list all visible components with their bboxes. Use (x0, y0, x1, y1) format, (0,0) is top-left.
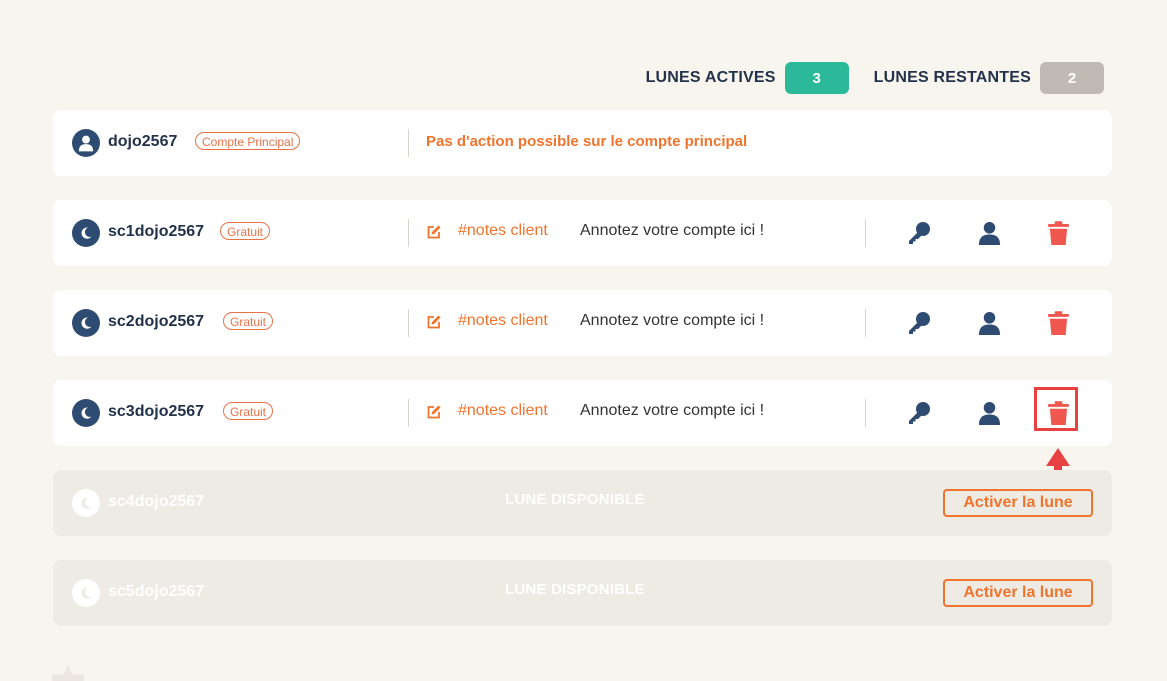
activate-moon-button[interactable]: Activer la lune (943, 579, 1093, 607)
notes-input[interactable]: Annotez votre compte ici ! (580, 402, 764, 420)
account-username: sc5dojo2567 (108, 583, 205, 600)
plan-badge: Gratuit (223, 402, 274, 420)
key-icon[interactable] (904, 398, 934, 428)
account-row-sc1: sc1dojo2567 Gratuit #notes client Annote… (53, 200, 1112, 266)
divider (408, 399, 409, 427)
main-account-badge: Compte Principal (195, 132, 301, 150)
moon-icon (72, 489, 100, 517)
person-icon[interactable] (974, 308, 1004, 338)
key-icon[interactable] (904, 308, 934, 338)
key-icon[interactable] (904, 218, 934, 248)
moon-icon (72, 579, 100, 607)
activate-moon-button[interactable]: Activer la lune (943, 489, 1093, 517)
account-username: sc3dojo2567 (108, 403, 205, 420)
divider (408, 309, 409, 337)
plan-badge: Gratuit (223, 312, 274, 330)
divider (865, 309, 866, 337)
account-username: sc1dojo2567 (108, 223, 205, 240)
active-moons-count: 3 (784, 62, 849, 94)
moon-icon (72, 219, 100, 247)
star-icon (52, 664, 84, 681)
divider (408, 129, 409, 157)
trash-icon[interactable] (1043, 308, 1073, 338)
person-icon[interactable] (974, 218, 1004, 248)
available-moon-row-sc5: sc5dojo2567 LUNE DISPONIBLE Activer la l… (53, 560, 1112, 626)
edit-icon[interactable] (426, 224, 442, 240)
person-icon[interactable] (974, 398, 1004, 428)
available-status: LUNE DISPONIBLE (505, 581, 645, 598)
moon-icon (72, 399, 100, 427)
account-username: sc4dojo2567 (108, 493, 205, 510)
notes-tag: #notes client (458, 312, 548, 329)
remaining-moons-count: 2 (1040, 62, 1104, 94)
edit-icon[interactable] (426, 404, 442, 420)
main-account-notice: Pas d'action possible sur le compte prin… (426, 133, 748, 150)
notes-tag: #notes client (458, 222, 548, 239)
account-username: dojo2567 (108, 133, 178, 150)
account-username: sc2dojo2567 (108, 313, 205, 330)
divider (408, 219, 409, 247)
notes-input[interactable]: Annotez votre compte ici ! (580, 312, 764, 330)
trash-icon[interactable] (1043, 218, 1073, 248)
user-icon (72, 129, 100, 157)
edit-icon[interactable] (426, 314, 442, 330)
moon-counters: LUNES ACTIVES 3 LUNES RESTANTES 2 (646, 62, 1104, 94)
trash-icon[interactable] (1043, 398, 1073, 428)
available-status: LUNE DISPONIBLE (505, 491, 645, 508)
remaining-moons-label: LUNES RESTANTES (873, 69, 1031, 86)
available-moon-row-sc4: sc4dojo2567 LUNE DISPONIBLE Activer la l… (53, 470, 1112, 536)
plan-badge: Gratuit (220, 222, 271, 240)
account-row-sc3: sc3dojo2567 Gratuit #notes client Annote… (53, 380, 1112, 446)
main-account-row: dojo2567 Compte Principal Pas d'action p… (53, 110, 1112, 176)
divider (865, 219, 866, 247)
notes-input[interactable]: Annotez votre compte ici ! (580, 222, 764, 240)
active-moons-label: LUNES ACTIVES (645, 69, 776, 86)
notes-tag: #notes client (458, 402, 548, 419)
divider (865, 399, 866, 427)
account-row-sc2: sc2dojo2567 Gratuit #notes client Annote… (53, 290, 1112, 356)
moon-icon (72, 309, 100, 337)
